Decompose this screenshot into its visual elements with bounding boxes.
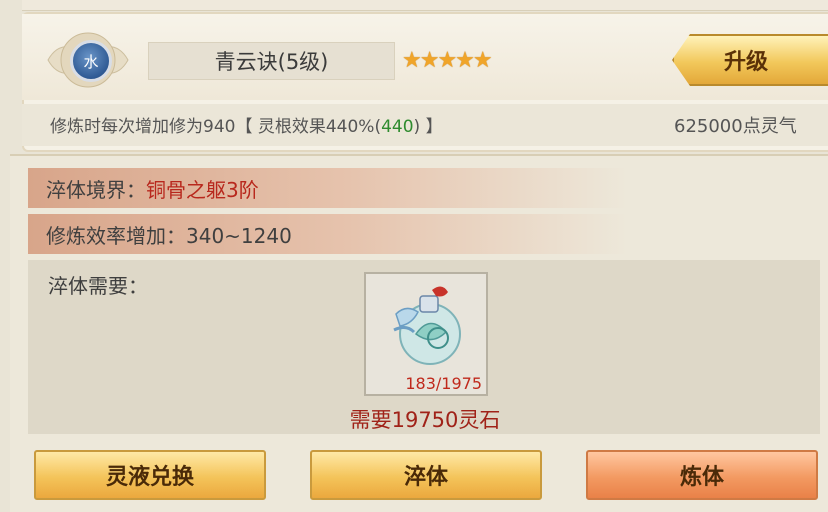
- temper-button[interactable]: 淬体: [310, 450, 542, 500]
- skill-name: 青云诀(5级): [148, 42, 395, 80]
- star-rating-icon: ★★★★★: [402, 48, 493, 73]
- item-count: 183/1975: [405, 374, 482, 393]
- root-effect-value: 440: [381, 117, 414, 137]
- realm-value: 铜骨之躯3阶: [146, 178, 259, 202]
- efficiency-label: 修炼效率增加：340~1240: [46, 224, 292, 248]
- upgrade-button[interactable]: 升级: [672, 34, 828, 86]
- skill-description: 修炼时每次增加修为940【 灵根效果440%(440) 】: [50, 117, 443, 137]
- refine-body-button[interactable]: 炼体: [586, 450, 818, 500]
- upgrade-cost: 625000点灵气: [674, 116, 797, 137]
- temper-realm: 淬体境界：铜骨之躯3阶: [46, 178, 259, 202]
- requirement-label: 淬体需要：: [48, 274, 148, 298]
- water-element-icon: 水: [70, 40, 112, 82]
- exchange-liquid-button[interactable]: 灵液兑换: [34, 450, 266, 500]
- potion-bottle-icon: [393, 286, 461, 365]
- top-strip: [22, 0, 828, 11]
- stone-requirement: 需要19750灵石: [349, 408, 501, 432]
